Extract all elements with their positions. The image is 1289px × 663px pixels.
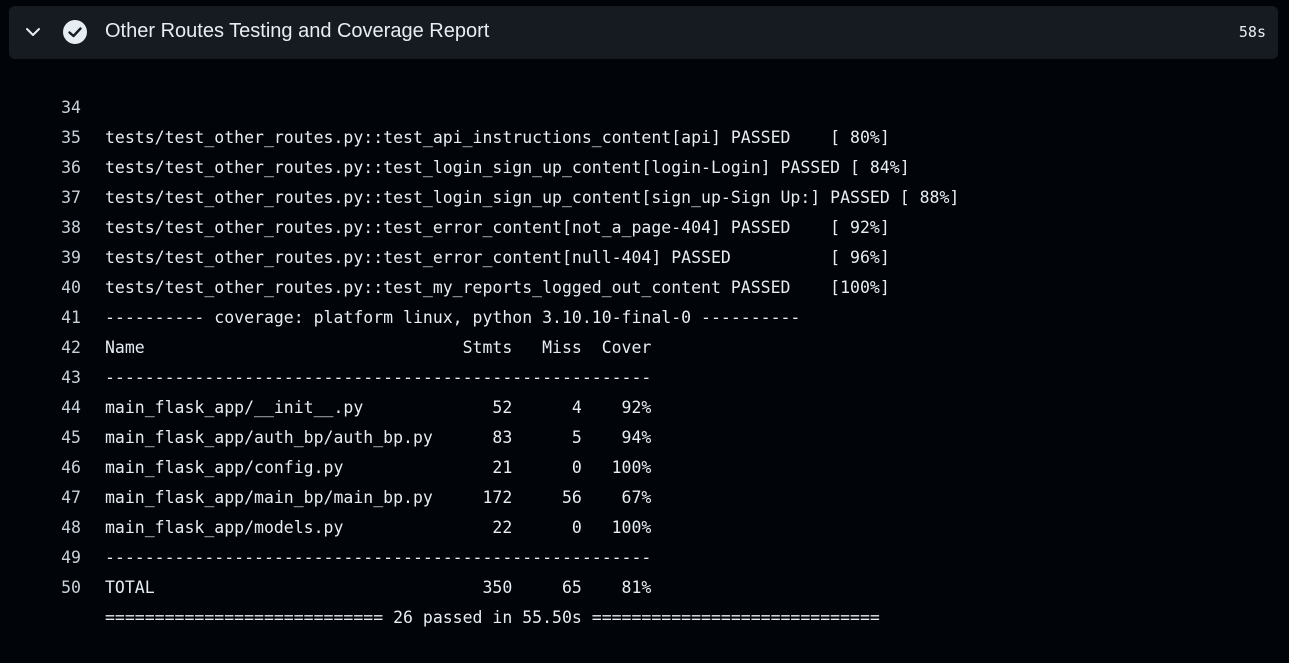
log-line: 38 tests/test_other_routes.py::test_erro… <box>0 183 1289 267</box>
log-line: 42 -------------------------------------… <box>0 303 1289 387</box>
line-number[interactable]: 50 <box>0 573 81 603</box>
log-line: 50 ============================ 26 passe… <box>0 543 1289 627</box>
log-line: 34 tests/test_other_routes.py::test_api_… <box>0 63 1289 147</box>
line-text: TOTAL 350 65 81% <box>105 578 652 597</box>
line-text: ============================ 26 passed i… <box>105 608 880 627</box>
log-line: 41 Name Stmts Miss Cover <box>0 273 1289 357</box>
log-line: 40 ---------- coverage: platform linux, … <box>0 243 1289 327</box>
log-line: 47 main_flask_app/models.py 22 0 100% <box>0 453 1289 537</box>
log-line: 36 tests/test_other_routes.py::test_logi… <box>0 123 1289 207</box>
log-line: 37 tests/test_other_routes.py::test_erro… <box>0 153 1289 237</box>
log-line: 46 main_flask_app/main_bp/main_bp.py 172… <box>0 423 1289 507</box>
log-line: 35 tests/test_other_routes.py::test_logi… <box>0 93 1289 177</box>
step-duration: 58s <box>1238 23 1266 41</box>
chevron-down-icon[interactable] <box>23 22 43 42</box>
log-line: 44 main_flask_app/auth_bp/auth_bp.py 83 … <box>0 363 1289 447</box>
log-line: 49 TOTAL 350 65 81% <box>0 513 1289 597</box>
check-circle-icon <box>63 20 87 44</box>
log-line: 43 main_flask_app/__init__.py 52 4 92% <box>0 333 1289 417</box>
log-line: 45 main_flask_app/config.py 21 0 100% <box>0 393 1289 477</box>
log-line: 48 -------------------------------------… <box>0 483 1289 567</box>
step-title: Other Routes Testing and Coverage Report <box>105 20 490 42</box>
log-line: 39 tests/test_other_routes.py::test_my_r… <box>0 213 1289 297</box>
log-output: 34 tests/test_other_routes.py::test_api_… <box>0 63 1289 627</box>
step-header[interactable]: Other Routes Testing and Coverage Report… <box>9 6 1278 59</box>
